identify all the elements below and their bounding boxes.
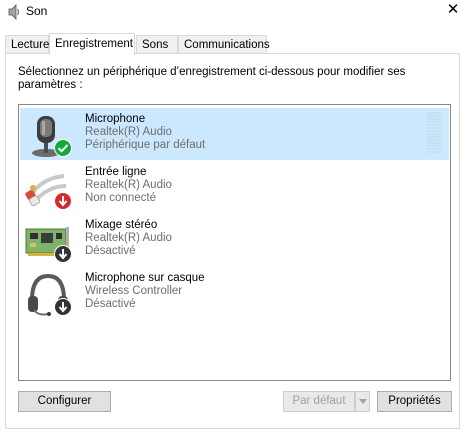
tab-lecture[interactable]: Lecture [5,35,49,53]
tab-label: Lecture [11,39,50,51]
set-default-button-label: Par défaut [292,395,346,407]
device-status: Désactivé [85,298,136,310]
close-icon: ✕ [446,1,460,18]
set-default-dropdown-button [355,391,370,412]
device-status: Désactivé [85,245,136,257]
tab-label: Sons [142,39,169,51]
title-bar: Son ✕ [0,0,465,26]
window-title: Son [26,4,48,18]
level-meter [427,112,441,154]
configure-button-label: Configurer [37,395,92,407]
device-item-mixage-stereo[interactable]: Mixage stéréo Realtek(R) Audio Désactivé [20,214,449,266]
device-list[interactable]: Microphone Realtek(R) Audio Périphérique… [18,104,451,381]
device-status: Non connecté [85,192,156,204]
chevron-down-icon [359,399,367,404]
device-item-microphone[interactable]: Microphone Realtek(R) Audio Périphérique… [20,108,449,160]
set-default-button: Par défaut [283,391,355,412]
device-name: Microphone sur casque [85,272,205,284]
tab-enregistrement[interactable]: Enregistrement [49,33,135,55]
not-connected-badge-icon [54,192,72,210]
disabled-badge-icon [54,298,72,316]
device-driver: Wireless Controller [85,285,183,297]
tab-label: Communications [184,39,270,51]
speaker-icon [8,4,19,20]
tab-label: Enregistrement [55,38,133,50]
device-status: Périphérique par défaut [85,139,206,151]
properties-button-label: Propriétés [388,395,441,407]
default-check-badge-icon [54,139,72,157]
device-name: Microphone [85,113,146,125]
device-driver: Realtek(R) Audio [85,179,172,191]
device-driver: Realtek(R) Audio [85,232,172,244]
tab-sons[interactable]: Sons [136,35,178,53]
recording-tab-panel: Sélectionnez un périphérique d’enregistr… [5,53,460,429]
close-button[interactable]: ✕ [441,0,465,22]
disabled-badge-icon [54,245,72,263]
device-item-entree-ligne[interactable]: Entrée ligne Realtek(R) Audio Non connec… [20,161,449,213]
tab-communications[interactable]: Communications [178,35,270,53]
device-name: Entrée ligne [85,166,147,178]
configure-button[interactable]: Configurer [18,391,111,412]
device-driver: Realtek(R) Audio [85,126,172,138]
device-item-microphone-sur-casque[interactable]: Microphone sur casque Wireless Controlle… [20,267,449,319]
properties-button[interactable]: Propriétés [377,391,452,412]
instruction-text: Sélectionnez un périphérique d’enregistr… [18,66,406,91]
device-name: Mixage stéréo [85,219,158,231]
